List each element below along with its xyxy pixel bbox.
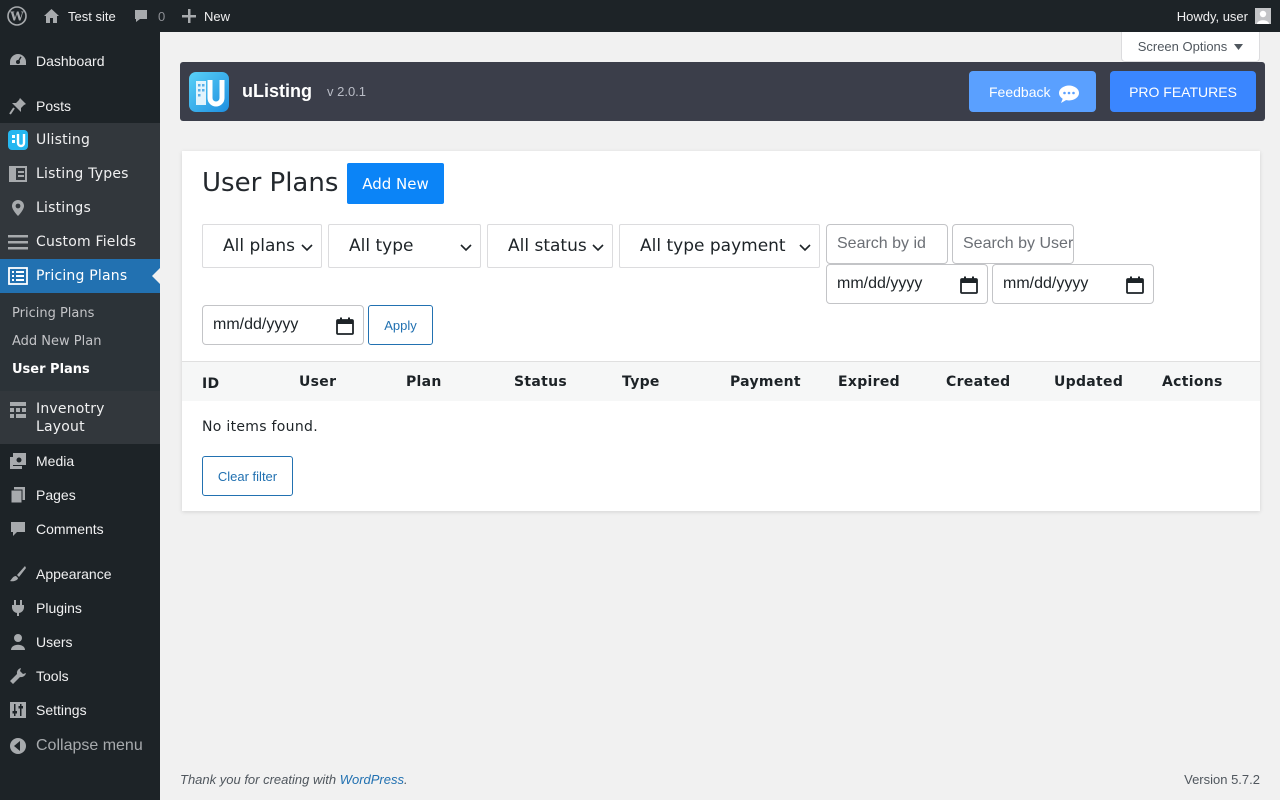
sidebar-item-media[interactable]: Media	[0, 449, 160, 473]
column-type[interactable]: Type	[622, 374, 660, 390]
sidebar-item-dashboard[interactable]: Dashboard	[0, 49, 160, 73]
screen-options-button[interactable]: Screen Options	[1121, 32, 1260, 62]
sidebar-item-pricing-plans[interactable]: Pricing Plans	[0, 259, 160, 293]
plus-icon	[182, 9, 196, 23]
wrench-icon	[8, 666, 28, 686]
site-name-link[interactable]: Test site	[43, 0, 116, 32]
column-updated[interactable]: Updated	[1054, 374, 1123, 390]
payment-type-select[interactable]: All type payment	[619, 224, 820, 268]
user-icon	[8, 632, 28, 652]
calendar-icon[interactable]	[1126, 276, 1144, 294]
dashboard-icon	[8, 51, 28, 71]
sidebar-item-settings[interactable]: Settings	[0, 698, 160, 722]
date-from-input[interactable]: mm/dd/yyyy	[826, 264, 988, 304]
comment-icon	[8, 519, 28, 539]
plug-icon	[8, 598, 28, 618]
current-menu-arrow	[152, 268, 160, 284]
comment-bubble-icon	[133, 8, 149, 24]
collapse-menu-button[interactable]: Collapse menu	[0, 734, 160, 758]
ulisting-logo-icon	[8, 130, 28, 150]
footer-thanks: Thank you for creating with WordPress.	[180, 772, 408, 787]
sidebar-item-pages[interactable]: Pages	[0, 483, 160, 507]
apply-button[interactable]: Apply	[368, 305, 433, 345]
add-new-button[interactable]: Add New	[347, 163, 444, 204]
column-user[interactable]: User	[299, 374, 336, 390]
submenu-user-plans[interactable]: User Plans	[12, 362, 90, 377]
chat-bubble-icon	[1058, 85, 1080, 103]
collapse-icon	[8, 736, 28, 756]
column-id[interactable]: ID	[202, 376, 219, 392]
table-header: ID User Plan Status Type Payment Expired…	[182, 361, 1260, 401]
pushpin-icon	[8, 96, 28, 116]
wordpress-link[interactable]: WordPress	[340, 772, 404, 787]
grid-icon	[8, 400, 28, 420]
sidebar-item-custom-fields[interactable]: Custom Fields	[0, 230, 160, 254]
empty-message: No items found.	[202, 419, 318, 435]
wordpress-logo-icon[interactable]: W	[7, 0, 27, 32]
plans-select[interactable]: All plans	[202, 224, 322, 268]
chevron-down-icon	[591, 239, 605, 253]
admin-sidebar: Dashboard Posts Ulisting Listing Types L…	[0, 32, 160, 800]
calendar-icon[interactable]	[960, 276, 978, 294]
media-icon	[8, 451, 28, 471]
column-status[interactable]: Status	[514, 374, 567, 390]
sidebar-item-posts[interactable]: Posts	[0, 94, 160, 118]
feedback-button[interactable]: Feedback	[969, 71, 1096, 112]
sidebar-item-comments[interactable]: Comments	[0, 517, 160, 541]
howdy-text: Howdy, user	[1176, 8, 1248, 24]
new-content-link[interactable]: New	[182, 0, 230, 32]
home-icon	[43, 8, 60, 24]
sidebar-item-inventory-layout[interactable]: Invenotry Layout	[0, 400, 160, 436]
submenu-add-new-plan[interactable]: Add New Plan	[12, 334, 101, 349]
chevron-down-icon	[459, 239, 473, 253]
search-by-id-input[interactable]: Search by id	[826, 224, 948, 264]
admin-bar: W Test site 0 New Howdy, user	[0, 0, 1280, 32]
page-title: User Plans	[202, 168, 339, 198]
column-plan[interactable]: Plan	[406, 374, 442, 390]
footer-version: Version 5.7.2	[1184, 772, 1260, 787]
layout-icon	[8, 164, 28, 184]
menu-lines-icon	[8, 232, 28, 252]
ulisting-header: uListing v 2.0.1 Feedback PRO FEATURES	[180, 62, 1265, 121]
date-to-input[interactable]: mm/dd/yyyy	[992, 264, 1154, 304]
sidebar-item-listing-types[interactable]: Listing Types	[0, 162, 160, 186]
ulisting-title: uListing	[242, 81, 312, 101]
chevron-down-icon	[300, 239, 314, 253]
column-created[interactable]: Created	[946, 374, 1010, 390]
site-name: Test site	[68, 8, 116, 24]
column-actions[interactable]: Actions	[1162, 374, 1223, 390]
submenu-pricing-plans[interactable]: Pricing Plans	[12, 306, 94, 321]
sidebar-item-users[interactable]: Users	[0, 630, 160, 654]
user-plans-card: User Plans Add New All plans All type Al…	[182, 151, 1260, 511]
chevron-down-icon	[798, 239, 812, 253]
sidebar-item-ulisting[interactable]: Ulisting	[0, 128, 160, 152]
pro-features-button[interactable]: PRO FEATURES	[1110, 71, 1256, 112]
pages-icon	[8, 485, 28, 505]
sidebar-item-listings[interactable]: Listings	[0, 196, 160, 220]
my-account-link[interactable]: Howdy, user	[1177, 0, 1271, 32]
ulisting-logo-icon	[189, 72, 229, 112]
brush-icon	[8, 564, 28, 584]
ulisting-version: v 2.0.1	[327, 84, 367, 99]
sidebar-item-plugins[interactable]: Plugins	[0, 596, 160, 620]
avatar	[1255, 8, 1271, 24]
comments-link[interactable]: 0	[133, 0, 165, 32]
sidebar-item-appearance[interactable]: Appearance	[0, 562, 160, 586]
svg-text:W: W	[9, 10, 24, 24]
status-select[interactable]: All status	[487, 224, 613, 268]
column-expired[interactable]: Expired	[838, 374, 900, 390]
sidebar-item-tools[interactable]: Tools	[0, 664, 160, 688]
expired-date-input[interactable]: mm/dd/yyyy	[202, 305, 364, 345]
clear-filter-button[interactable]: Clear filter	[202, 456, 293, 496]
comments-count: 0	[158, 8, 166, 24]
new-label: New	[204, 8, 231, 24]
caret-down-icon	[1234, 43, 1244, 50]
column-payment[interactable]: Payment	[730, 374, 801, 390]
calendar-icon[interactable]	[336, 317, 354, 335]
list-view-icon	[8, 266, 28, 286]
location-pin-icon	[8, 198, 28, 218]
sliders-icon	[8, 700, 28, 720]
search-by-user-input[interactable]: Search by User	[952, 224, 1074, 264]
type-select[interactable]: All type	[328, 224, 481, 268]
